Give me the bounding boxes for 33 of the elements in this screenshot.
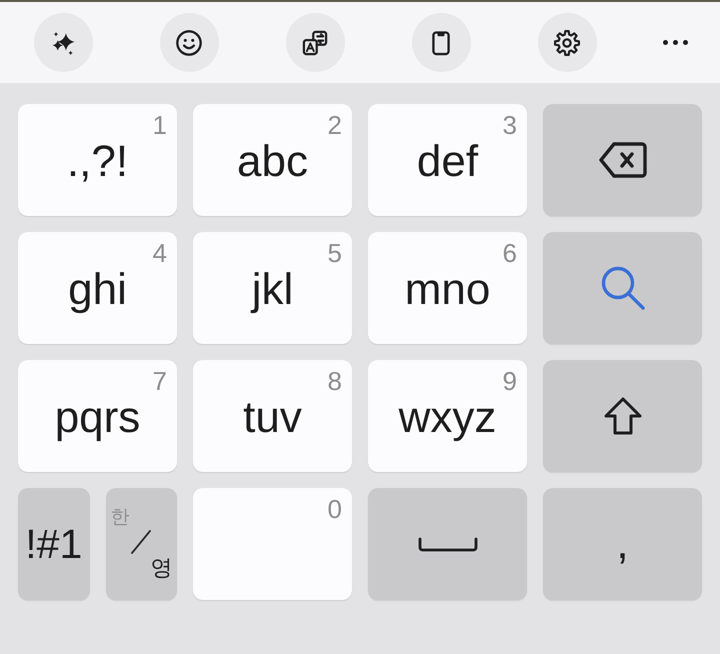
settings-icon: [553, 28, 581, 56]
language-key[interactable]: 한 영: [106, 488, 177, 600]
letter-key[interactable]: 2 abc: [193, 104, 352, 216]
punctuation-key[interactable]: ,: [543, 488, 702, 600]
digit-label: 7: [152, 368, 167, 394]
backspace-key[interactable]: [543, 104, 702, 216]
digit-label: 9: [502, 368, 517, 394]
letter-key[interactable]: 9 wxyz: [368, 360, 527, 472]
digit-label: 4: [152, 240, 167, 266]
digit-label: 3: [502, 112, 517, 138]
more-icon: [662, 40, 688, 45]
letter-key[interactable]: 4 ghi: [18, 232, 177, 344]
digit-label: 8: [328, 368, 342, 394]
backspace-icon: [598, 141, 648, 179]
smiley-icon: [175, 28, 203, 56]
space-icon: [418, 536, 478, 552]
letter-key[interactable]: 6 mno: [368, 232, 527, 344]
shift-icon: [602, 395, 644, 437]
slash-icon: [130, 529, 152, 555]
language-option: 한: [110, 507, 130, 529]
letter-key[interactable]: 3 def: [368, 104, 527, 216]
letter-key[interactable]: 5 jkl: [193, 232, 352, 344]
digit-label: 2: [328, 112, 342, 138]
letter-key[interactable]: 7 pqrs: [18, 360, 177, 472]
letter-key[interactable]: 8 tuv: [193, 360, 352, 472]
language-option: 영: [150, 555, 172, 581]
more-button[interactable]: [662, 40, 688, 45]
symbols-key[interactable]: !#1: [18, 488, 90, 600]
letter-key[interactable]: 1 .,?!: [18, 104, 177, 216]
digit-label: 6: [502, 240, 517, 266]
digit-label: 1: [152, 112, 167, 138]
translate-icon: [301, 28, 329, 56]
digit-label: 5: [328, 240, 342, 266]
